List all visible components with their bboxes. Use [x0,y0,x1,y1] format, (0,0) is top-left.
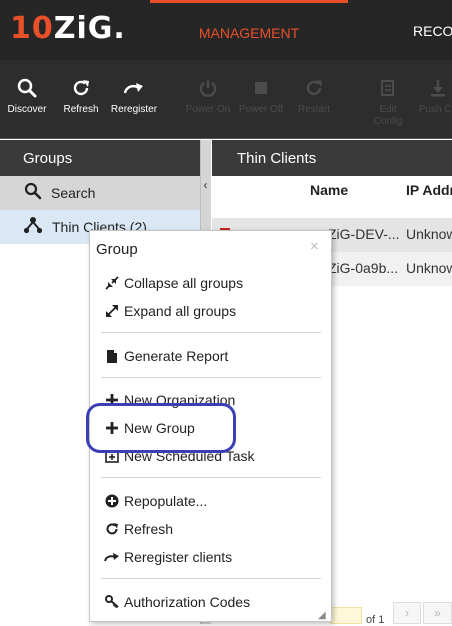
toolbar: Discover Refresh Reregister Power On Pow… [0,60,452,138]
power-off-button[interactable]: Power Off [238,60,284,138]
page-count-label: of 1 [366,614,385,626]
cell-name: ZiG-0a9b... [328,260,399,276]
push-button[interactable]: Push Co [418,60,452,138]
edit-config-label: Edit Config [373,104,403,127]
chevron-left-icon[interactable]: ‹ [200,178,211,192]
refresh-label: Refresh [63,104,99,115]
column-header-ip[interactable]: IP Addr [406,182,452,198]
top-bar: 10ZiG. MANAGEMENT RECOV [0,0,452,60]
edit-icon [377,72,399,104]
resize-grip-icon[interactable]: ◢ [318,610,326,621]
power-off-label: Power Off [238,104,284,115]
cell-ip: Unknow [406,226,452,242]
key-icon [104,594,120,610]
menu-item-label: Refresh [124,521,174,537]
menu-item-label: Expand all groups [124,303,237,319]
groups-panel-header: Groups [0,140,200,176]
menu-item-refresh[interactable]: Refresh [104,517,173,541]
search-icon [16,72,38,104]
menu-separator [101,332,321,333]
column-header-name[interactable]: Name [310,182,348,198]
restart-icon [303,72,325,104]
menu-item-generate-report[interactable]: Generate Report [104,344,228,368]
menu-separator [101,578,321,579]
expand-icon [104,303,120,319]
tab-recovery[interactable]: RECOV [413,0,452,60]
menu-item-collapse-all[interactable]: Collapse all groups [104,271,243,295]
stop-icon [250,72,272,104]
menu-item-label: Generate Report [124,348,229,364]
discover-button[interactable]: Discover [6,60,48,138]
menu-separator [101,377,321,378]
power-on-label: Power On [185,104,231,115]
plus-circle-icon [104,493,120,509]
menu-item-label: Repopulate... [124,493,208,509]
download-icon [427,72,449,104]
menu-item-label: Authorization Codes [124,594,251,610]
document-icon [104,348,120,364]
push-label: Push Co [418,104,452,115]
menu-item-authorization-codes[interactable]: Authorization Codes [104,590,250,614]
power-icon [197,72,219,104]
redo-icon [122,72,146,104]
edit-config-button[interactable]: Edit Config [368,60,408,138]
refresh-icon [70,72,92,104]
menu-item-reregister-clients[interactable]: Reregister clients [104,545,232,569]
search-icon [24,182,42,205]
next-page-button[interactable]: › [393,602,421,624]
redo-icon [104,549,120,565]
reregister-label: Reregister [110,104,158,115]
hierarchy-icon [23,216,43,239]
restart-button[interactable]: Restart [292,60,336,138]
discover-label: Discover [7,104,47,115]
menu-item-expand-all[interactable]: Expand all groups [104,299,236,323]
refresh-button[interactable]: Refresh [62,60,100,138]
reregister-button[interactable]: Reregister [110,60,158,138]
menu-item-label: Reregister clients [124,549,233,565]
thin-clients-panel-header: Thin Clients [212,140,452,176]
cell-ip: Unknow [406,260,452,276]
menu-item-label: Collapse all groups [124,275,244,291]
menu-separator [101,477,321,478]
highlight-annotation [86,403,236,453]
toolbar-divider [0,138,452,139]
menu-title: Group [96,241,138,258]
refresh-icon [104,521,120,537]
tab-management[interactable]: MANAGEMENT [150,0,348,60]
logo-prefix: 10 [10,10,54,46]
logo: 10 ZiG. [10,10,126,46]
sidebar-item-search[interactable]: Search [0,176,200,210]
page-number-input[interactable] [330,607,362,624]
collapse-icon [104,275,120,291]
logo-suffix: ZiG. [53,10,126,46]
restart-label: Restart [297,104,331,115]
last-page-button[interactable]: » [423,602,452,624]
menu-item-repopulate[interactable]: Repopulate... [104,489,207,513]
sidebar-item-search-label: Search [51,185,96,201]
table-header: Name IP Addr [212,176,452,218]
power-on-button[interactable]: Power On [185,60,231,138]
cell-name: ZiG-DEV-... [328,226,400,242]
close-icon[interactable]: × [310,238,319,255]
